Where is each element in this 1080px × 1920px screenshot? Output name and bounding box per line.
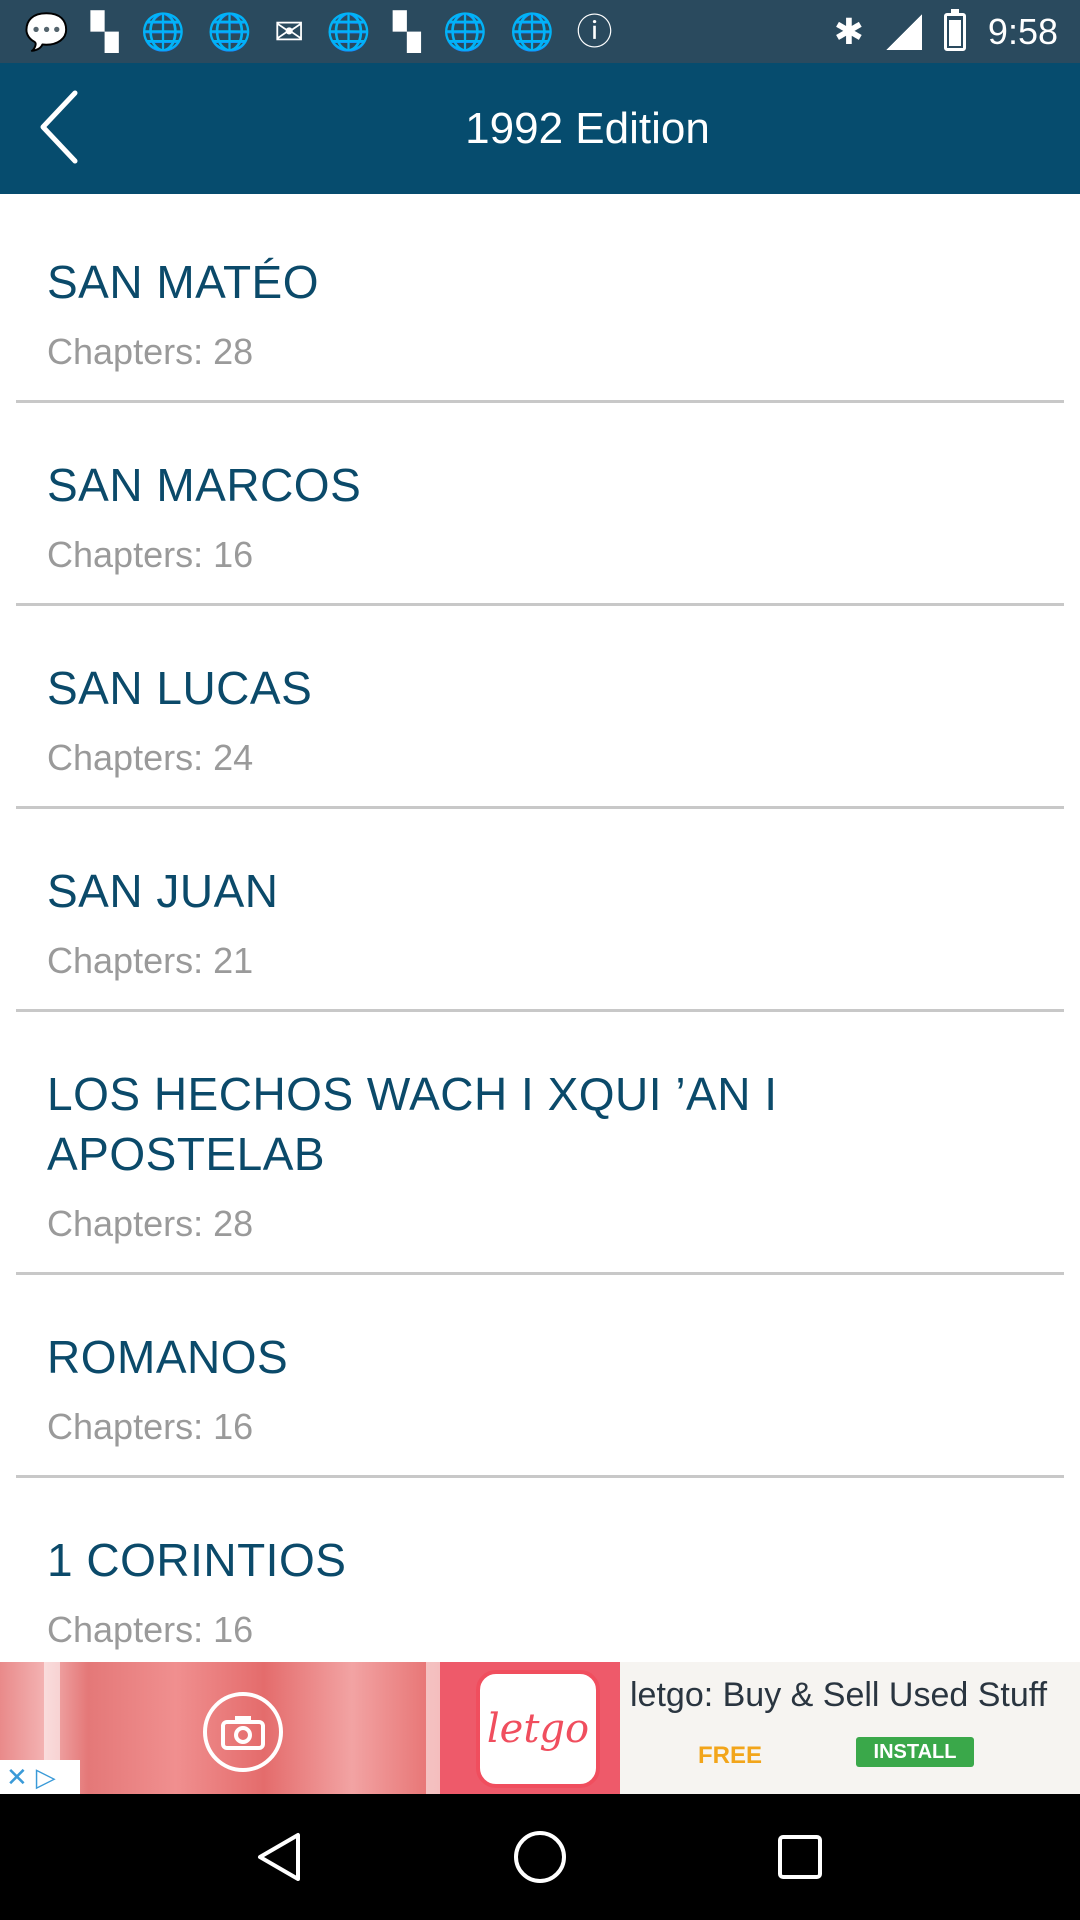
flipboard-icon: ▚ xyxy=(90,10,119,52)
chapter-count: Chapters: 24 xyxy=(47,737,254,778)
clock: 9:58 xyxy=(987,10,1058,52)
system-status: ✱ 9:58 xyxy=(833,8,1080,53)
chapter-count: Chapters: 16 xyxy=(47,1609,254,1650)
close-icon[interactable]: ✕ xyxy=(6,1760,28,1794)
install-button[interactable]: INSTALL xyxy=(856,1737,974,1767)
home-circle-icon xyxy=(514,1831,566,1883)
book-title: SAN LUCAS xyxy=(47,662,313,714)
signal-icon xyxy=(885,13,922,50)
ad-headline: letgo: Buy & Sell Used Stuff xyxy=(630,1676,1048,1714)
app-bar: 1992 Edition xyxy=(0,63,1080,194)
book-title: SAN JUAN xyxy=(47,865,279,917)
chapter-count: Chapters: 28 xyxy=(47,331,254,372)
list-item[interactable]: SAN JUAN Chapters: 21 xyxy=(16,809,1064,1012)
globe-icon: 🌐 xyxy=(509,10,555,52)
back-triangle-icon xyxy=(258,1833,300,1881)
status-bar: 💬 ▚ 🌐 🌐 ✉ 🌐 ▚ 🌐 🌐 ⓘ ✱ 9:58 xyxy=(0,0,1080,63)
page-title: 1992 Edition xyxy=(465,103,710,153)
letgo-logo: letgo xyxy=(476,1670,600,1788)
book-title: ROMANOS xyxy=(47,1331,289,1383)
book-title: 1 CORINTIOS xyxy=(47,1534,347,1586)
ad-banner[interactable]: letgo letgo: Buy & Sell Used Stuff FREE … xyxy=(0,1662,1080,1794)
ad-free-label: FREE xyxy=(698,1742,763,1769)
book-title: SAN MATÉO xyxy=(47,256,320,308)
camera-icon xyxy=(203,1692,283,1772)
chapter-count: Chapters: 16 xyxy=(47,534,254,575)
list-item[interactable]: 1 CORINTIOS Chapters: 16 xyxy=(16,1478,1064,1662)
bluetooth-icon: ✱ xyxy=(833,10,864,52)
globe-icon: 🌐 xyxy=(326,10,372,52)
recents-square-icon xyxy=(778,1835,822,1879)
globe-icon: 🌐 xyxy=(207,10,253,52)
chapter-count: Chapters: 16 xyxy=(47,1406,254,1447)
recents-button[interactable] xyxy=(750,1807,850,1907)
battery-icon xyxy=(943,8,966,51)
adchoices-icon[interactable]: ▷ xyxy=(36,1760,56,1794)
list-item[interactable]: SAN MATÉO Chapters: 28 xyxy=(16,198,1064,403)
list-item[interactable]: ROMANOS Chapters: 16 xyxy=(16,1275,1064,1478)
list-item[interactable]: LOS HECHOS WACH I XQUI ’AN I APOSTELAB C… xyxy=(16,1012,1064,1275)
ad-controls: ✕ ▷ xyxy=(0,1760,80,1794)
info-icon: ⓘ xyxy=(576,10,613,52)
messenger-icon: 💬 xyxy=(24,10,69,52)
back-nav-button[interactable] xyxy=(230,1807,330,1907)
book-list: SAN MATÉO Chapters: 28 SAN MARCOS Chapte… xyxy=(0,194,1080,1662)
book-title: LOS HECHOS WACH I XQUI ’AN I APOSTELAB xyxy=(47,1068,778,1180)
globe-icon: 🌐 xyxy=(442,10,488,52)
list-item[interactable]: SAN MARCOS Chapters: 16 xyxy=(16,403,1064,606)
chapter-count: Chapters: 28 xyxy=(47,1203,254,1244)
navigation-bar xyxy=(0,1794,1080,1920)
home-button[interactable] xyxy=(490,1807,590,1907)
mail-icon: ✉ xyxy=(274,10,305,52)
flipboard-icon: ▚ xyxy=(393,10,421,52)
chapter-count: Chapters: 21 xyxy=(47,940,254,981)
notification-icons: 💬 ▚ 🌐 🌐 ✉ 🌐 ▚ 🌐 🌐 ⓘ xyxy=(0,10,613,52)
book-title: SAN MARCOS xyxy=(47,459,362,511)
globe-icon: 🌐 xyxy=(140,10,186,52)
list-item[interactable]: SAN LUCAS Chapters: 24 xyxy=(16,606,1064,809)
